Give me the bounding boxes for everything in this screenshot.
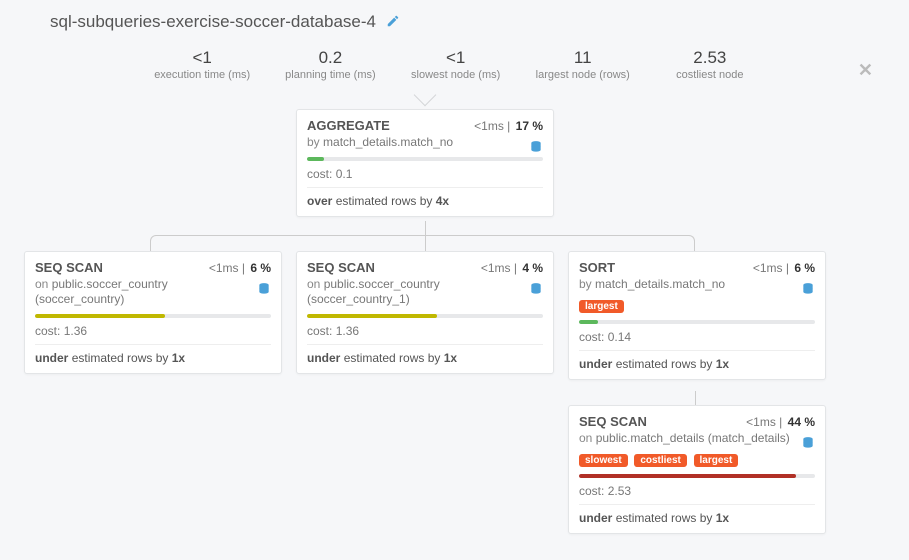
database-icon[interactable] [257,282,271,296]
connector [695,391,696,405]
node-op: SEQ SCAN [579,414,647,429]
database-icon[interactable] [529,282,543,296]
node-timing: <1ms | 44 % [746,415,815,429]
stats-row: <1 execution time (ms) 0.2 planning time… [0,38,909,89]
database-icon[interactable] [801,282,815,296]
estimate-line: under estimated rows by 1x [579,357,815,371]
cost-bar [35,314,271,318]
node-op: SEQ SCAN [307,260,375,275]
cost-bar [579,474,815,478]
cost-line: cost: 2.53 [579,484,815,505]
node-tags: slowest costliest largest [579,451,815,467]
node-timing: <1ms | 6 % [209,261,271,275]
cost-line: cost: 1.36 [307,324,543,345]
stat-value: 0.2 [285,48,375,68]
stat-slowest-node: <1 slowest node (ms) [411,48,501,81]
connector [425,221,426,235]
stat-planning-time: 0.2 planning time (ms) [285,48,375,81]
cost-bar [579,320,815,324]
estimate-line: under estimated rows by 1x [307,351,543,365]
estimate-line: over estimated rows by 4x [307,194,543,208]
stat-execution-time: <1 execution time (ms) [154,48,250,81]
node-op: SEQ SCAN [35,260,103,275]
node-op: SORT [579,260,615,275]
cost-line: cost: 1.36 [35,324,271,345]
tag-largest: largest [579,300,624,313]
stat-largest-node: 11 largest node (rows) [536,48,630,81]
cost-line: cost: 0.1 [307,167,543,188]
node-seqscan-match-details[interactable]: SEQ SCAN <1ms | 44 % on public.match_det… [568,405,826,534]
node-sort[interactable]: SORT <1ms | 6 % by match_details.match_n… [568,251,826,380]
node-seqscan-soccer-country[interactable]: SEQ SCAN <1ms | 6 % on public.soccer_cou… [24,251,282,374]
stat-value: 11 [536,48,630,68]
cost-bar-fill [579,474,796,478]
stat-label: costliest node [665,69,755,81]
cost-line: cost: 0.14 [579,330,815,351]
stat-value: <1 [154,48,250,68]
node-aggregate[interactable]: AGGREGATE <1ms | 17 % by match_details.m… [296,109,554,217]
node-tags: largest [579,297,815,313]
stat-costliest-node: 2.53 costliest node [665,48,755,81]
estimate-line: under estimated rows by 1x [579,511,815,525]
cost-bar [307,157,543,161]
cost-bar-fill [579,320,598,324]
stat-label: execution time (ms) [154,69,250,81]
database-icon[interactable] [801,436,815,450]
node-detail: on public.soccer_country (soccer_country… [35,277,271,307]
node-op: AGGREGATE [307,118,390,133]
tag-costliest: costliest [634,454,687,467]
cost-bar-fill [35,314,165,318]
stat-value: 2.53 [665,48,755,68]
cost-bar-fill [307,157,324,161]
stat-label: largest node (rows) [536,69,630,81]
node-timing: <1ms | 6 % [753,261,815,275]
tag-slowest: slowest [579,454,628,467]
pencil-icon[interactable] [386,14,400,31]
stat-value: <1 [411,48,501,68]
tag-largest: largest [694,454,739,467]
header: sql-subqueries-exercise-soccer-database-… [0,0,909,32]
plan-tree: AGGREGATE <1ms | 17 % by match_details.m… [0,95,909,535]
node-seqscan-soccer-country-1[interactable]: SEQ SCAN <1ms | 4 % on public.soccer_cou… [296,251,554,374]
node-detail: on public.match_details (match_details) [579,431,815,446]
close-icon[interactable]: ✕ [858,60,873,81]
estimate-line: under estimated rows by 1x [35,351,271,365]
node-detail: by match_details.match_no [579,277,815,292]
node-timing: <1ms | 4 % [481,261,543,275]
connector [425,235,426,251]
page-title: sql-subqueries-exercise-soccer-database-… [50,12,376,32]
cost-bar [307,314,543,318]
connector [150,235,695,251]
node-timing: <1ms | 17 % [474,119,543,133]
stat-label: planning time (ms) [285,69,375,81]
node-detail: on public.soccer_country (soccer_country… [307,277,543,307]
database-icon[interactable] [529,140,543,154]
stat-label: slowest node (ms) [411,69,501,81]
cost-bar-fill [307,314,437,318]
node-detail: by match_details.match_no [307,135,543,150]
